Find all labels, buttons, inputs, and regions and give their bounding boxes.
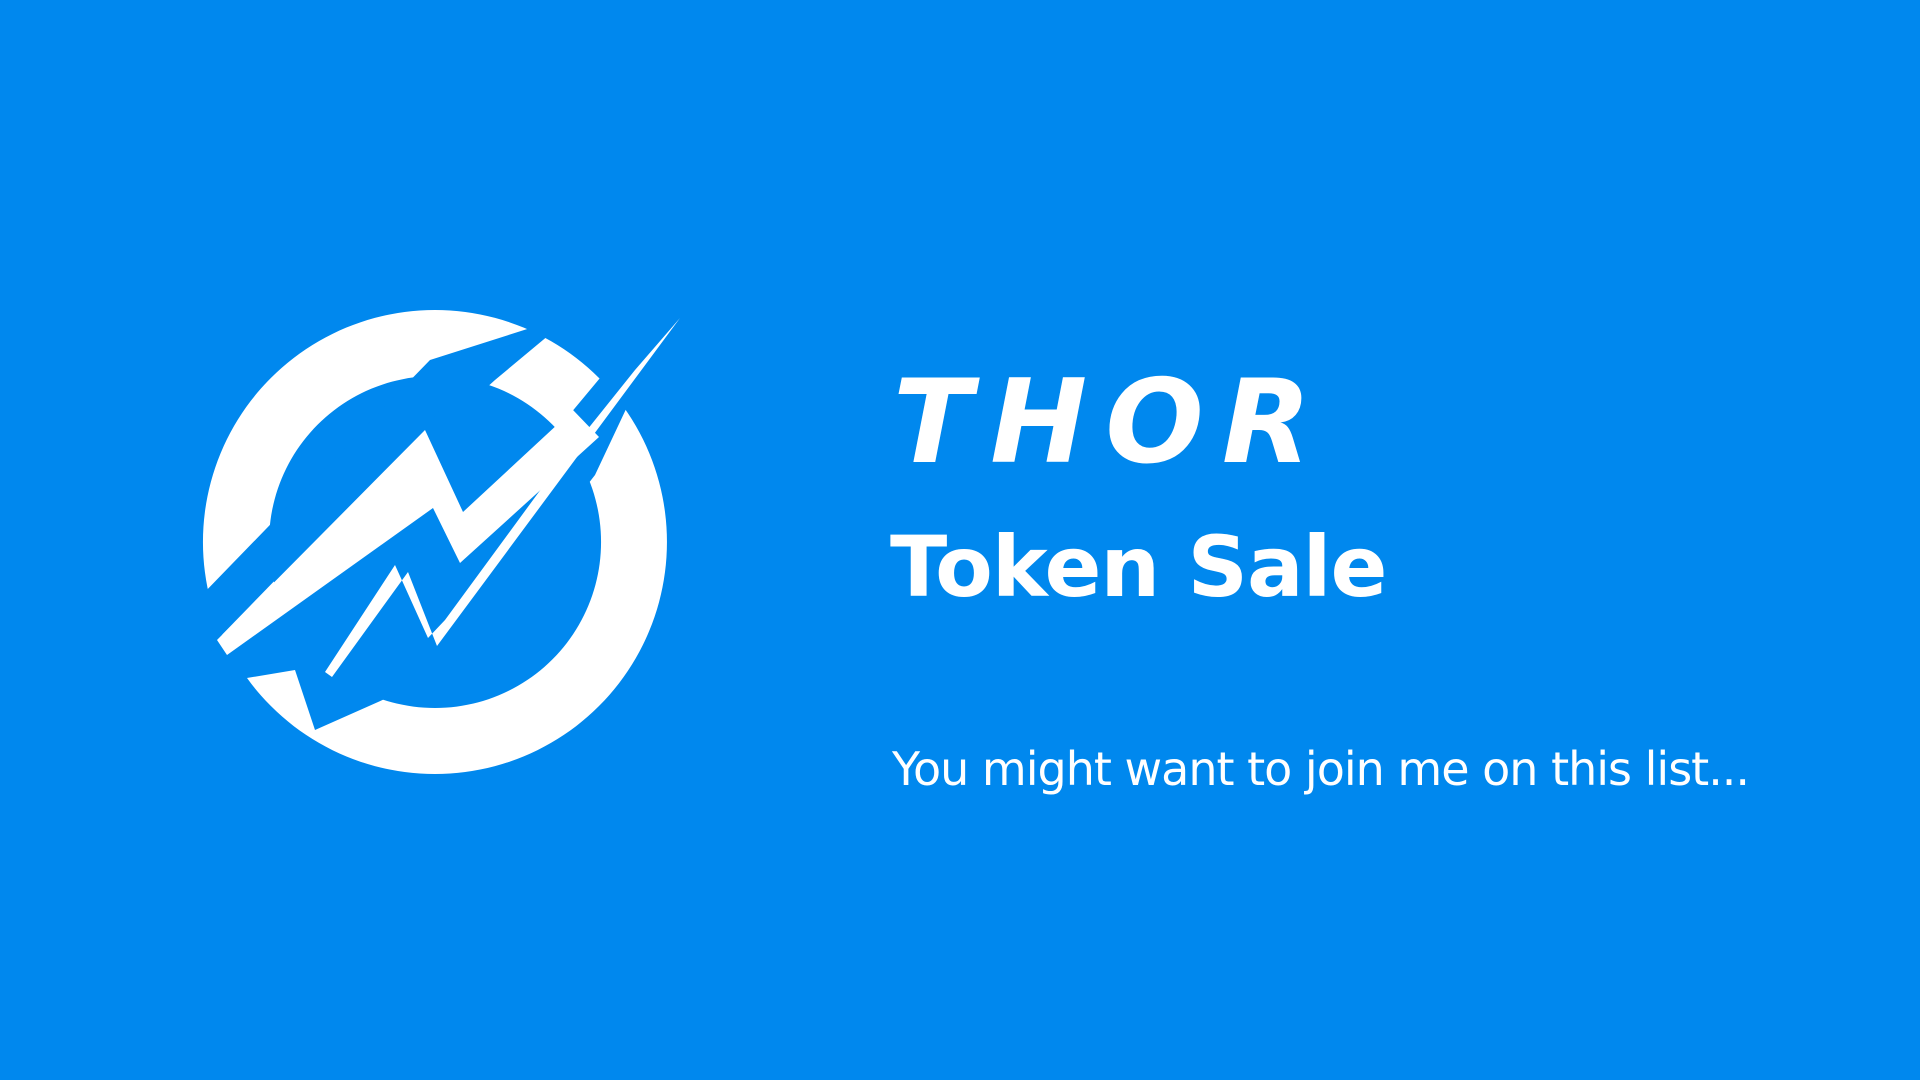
- thor-logo-icon: [195, 310, 695, 780]
- brand-name: THOR: [893, 355, 1330, 490]
- token-sale-banner: THOR Token Sale You might want to join m…: [0, 0, 1920, 1080]
- thor-logo-graphic: [200, 310, 685, 774]
- tagline-text: You might want to join me on this list..…: [892, 742, 1750, 796]
- headline-title: Token Sale: [890, 518, 1387, 616]
